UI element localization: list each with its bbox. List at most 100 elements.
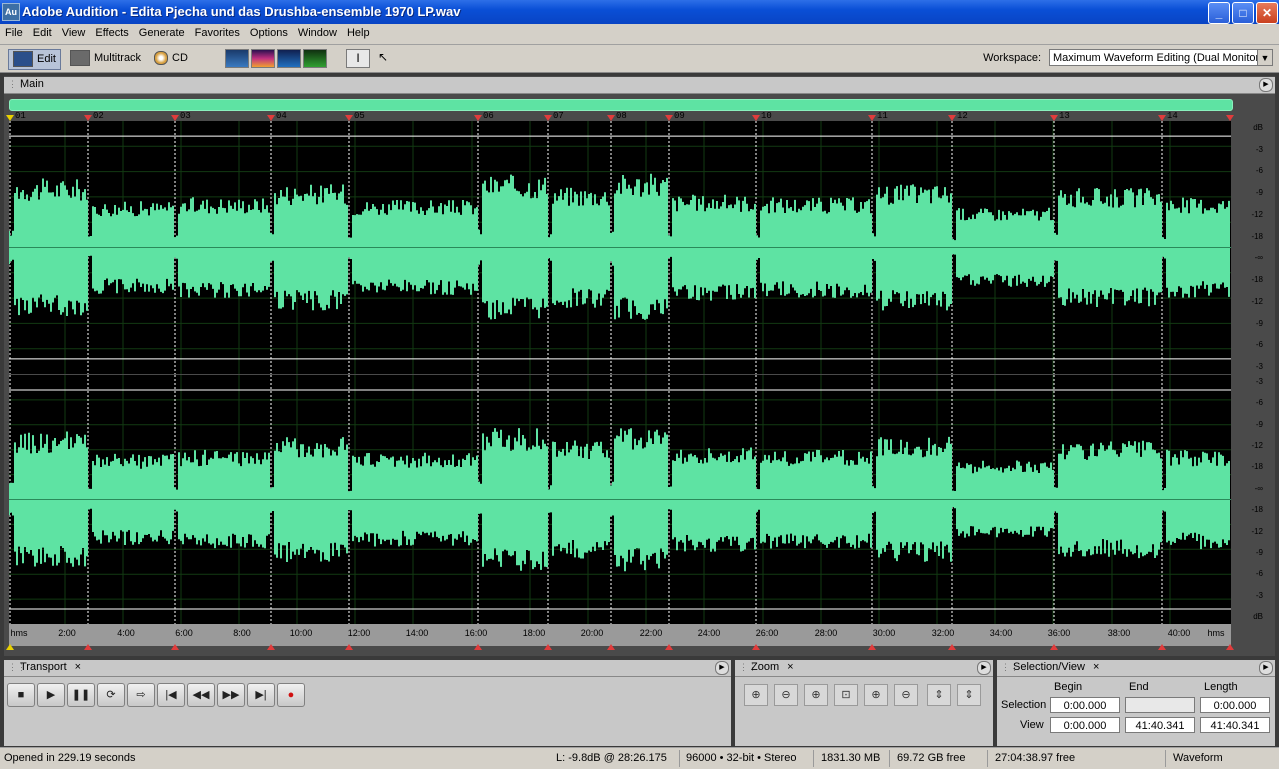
view-end-field[interactable]: 41:40.341: [1125, 717, 1195, 733]
marker-label[interactable]: 06: [483, 111, 494, 121]
maximize-button[interactable]: □: [1232, 2, 1254, 24]
menu-generate[interactable]: Generate: [134, 24, 190, 39]
play-to-end-button[interactable]: ⇨: [127, 683, 155, 707]
spectral-display-button[interactable]: [251, 49, 275, 68]
minimize-button[interactable]: _: [1208, 2, 1230, 24]
menu-favorites[interactable]: Favorites: [190, 24, 245, 39]
workspace-select[interactable]: Maximum Waveform Editing (Dual Monitor) …: [1049, 49, 1273, 66]
go-to-end-button[interactable]: ▶|: [247, 683, 275, 707]
menu-edit[interactable]: Edit: [28, 24, 57, 39]
view-length-field[interactable]: 41:40.341: [1200, 717, 1270, 733]
selection-length-field[interactable]: 0:00.000: [1200, 697, 1270, 713]
zoom-title[interactable]: Zoom: [747, 660, 783, 674]
menu-file[interactable]: File: [0, 24, 28, 39]
marker-label[interactable]: 12: [957, 111, 968, 121]
marker-handle[interactable]: [1050, 644, 1058, 650]
marker-handle[interactable]: [752, 644, 760, 650]
menu-effects[interactable]: Effects: [90, 24, 133, 39]
transport-title[interactable]: Transport: [16, 660, 71, 674]
marker-handle[interactable]: [607, 644, 615, 650]
spectral-phase-button[interactable]: [303, 49, 327, 68]
marker-handle[interactable]: [868, 644, 876, 650]
stop-button[interactable]: ■: [7, 683, 35, 707]
zoom-out-horizontal-button[interactable]: ⊖: [774, 684, 798, 706]
right-channel[interactable]: [9, 375, 1231, 624]
marker-handle[interactable]: [665, 644, 673, 650]
marker-handle[interactable]: [171, 644, 179, 650]
marker-label[interactable]: 04: [276, 111, 287, 121]
selection-end-field[interactable]: [1125, 697, 1195, 713]
marker-handle[interactable]: [544, 644, 552, 650]
cd-view-button[interactable]: CD: [150, 49, 192, 68]
close-button[interactable]: ✕: [1256, 2, 1278, 24]
marker-label[interactable]: 09: [674, 111, 685, 121]
time-label: 30:00: [872, 628, 896, 638]
rewind-button[interactable]: ◀◀: [187, 683, 215, 707]
time-label: 40:00: [1167, 628, 1191, 638]
zoom-out-full-button[interactable]: ⊕: [804, 684, 828, 706]
waveform-display-button[interactable]: [225, 49, 249, 68]
marker-handle[interactable]: [6, 644, 14, 650]
go-to-start-button[interactable]: |◀: [157, 683, 185, 707]
marker-label[interactable]: 08: [616, 111, 627, 121]
marker-label[interactable]: 05: [354, 111, 365, 121]
menu-options[interactable]: Options: [245, 24, 293, 39]
marker-label[interactable]: 03: [180, 111, 191, 121]
selection-begin-field[interactable]: 0:00.000: [1050, 697, 1120, 713]
panel-options-icon[interactable]: ▶: [715, 661, 729, 675]
zoom-left-edge-button[interactable]: ⊕: [864, 684, 888, 706]
overview-bar[interactable]: [9, 99, 1233, 111]
marker-handle[interactable]: [1158, 644, 1166, 650]
marker-label[interactable]: 10: [761, 111, 772, 121]
edit-view-button[interactable]: Edit: [8, 49, 61, 70]
close-icon[interactable]: ×: [75, 661, 81, 673]
end-marker-handle[interactable]: [1226, 644, 1234, 650]
selection-view-title[interactable]: Selection/View: [1009, 660, 1089, 674]
end-column-label: End: [1129, 681, 1149, 693]
marker-label[interactable]: 14: [1167, 111, 1178, 121]
right-channel-waveform: [9, 375, 1231, 624]
view-begin-field[interactable]: 0:00.000: [1050, 717, 1120, 733]
record-button[interactable]: ●: [277, 683, 305, 707]
marker-label[interactable]: 01: [15, 111, 26, 121]
spectral-pan-button[interactable]: [277, 49, 301, 68]
menu-window[interactable]: Window: [293, 24, 342, 39]
title-bar: Au Adobe Audition - Edita Pjecha und das…: [0, 0, 1279, 24]
marquee-tool-button[interactable]: ↖: [372, 49, 394, 66]
time-label: 18:00: [522, 628, 546, 638]
menu-help[interactable]: Help: [342, 24, 375, 39]
marker-label[interactable]: 02: [93, 111, 104, 121]
db-scale-label: -6: [1255, 569, 1263, 579]
main-panel-title[interactable]: Main: [16, 77, 48, 91]
panel-options-icon[interactable]: ▶: [977, 661, 991, 675]
marker-handle[interactable]: [474, 644, 482, 650]
pause-button[interactable]: ❚❚: [67, 683, 95, 707]
play-looped-button[interactable]: ⟳: [97, 683, 125, 707]
marker-label[interactable]: 11: [877, 111, 888, 121]
db-scale-label: -∞: [1254, 253, 1263, 263]
zoom-right-edge-button[interactable]: ⊖: [894, 684, 918, 706]
zoom-selection-button[interactable]: ⊡: [834, 684, 858, 706]
multitrack-view-button[interactable]: Multitrack: [66, 49, 145, 68]
close-icon[interactable]: ×: [787, 661, 793, 673]
marker-handle[interactable]: [84, 644, 92, 650]
zoom-out-vertical-button[interactable]: ⇕: [957, 684, 981, 706]
zoom-in-vertical-button[interactable]: ⇕: [927, 684, 951, 706]
zoom-in-horizontal-button[interactable]: ⊕: [744, 684, 768, 706]
marker-label[interactable]: 07: [553, 111, 564, 121]
time-selection-tool-button[interactable]: I: [346, 49, 370, 68]
panel-options-icon[interactable]: ▶: [1259, 78, 1273, 92]
marker-handle[interactable]: [948, 644, 956, 650]
marker-handle[interactable]: [267, 644, 275, 650]
grip-icon: ⋮⋮: [8, 662, 26, 672]
left-channel[interactable]: [9, 121, 1231, 374]
panel-options-icon[interactable]: ▶: [1259, 661, 1273, 675]
marker-label[interactable]: 13: [1059, 111, 1070, 121]
fast-forward-button[interactable]: ▶▶: [217, 683, 245, 707]
menu-view[interactable]: View: [57, 24, 91, 39]
time-ruler[interactable]: hms 2:00 4:00 6:00 8:00 10:00 12:00 14:00 16:00 1…: [9, 624, 1231, 646]
time-label: 32:00: [931, 628, 955, 638]
marker-handle[interactable]: [345, 644, 353, 650]
close-icon[interactable]: ×: [1093, 661, 1099, 673]
play-button[interactable]: ▶: [37, 683, 65, 707]
